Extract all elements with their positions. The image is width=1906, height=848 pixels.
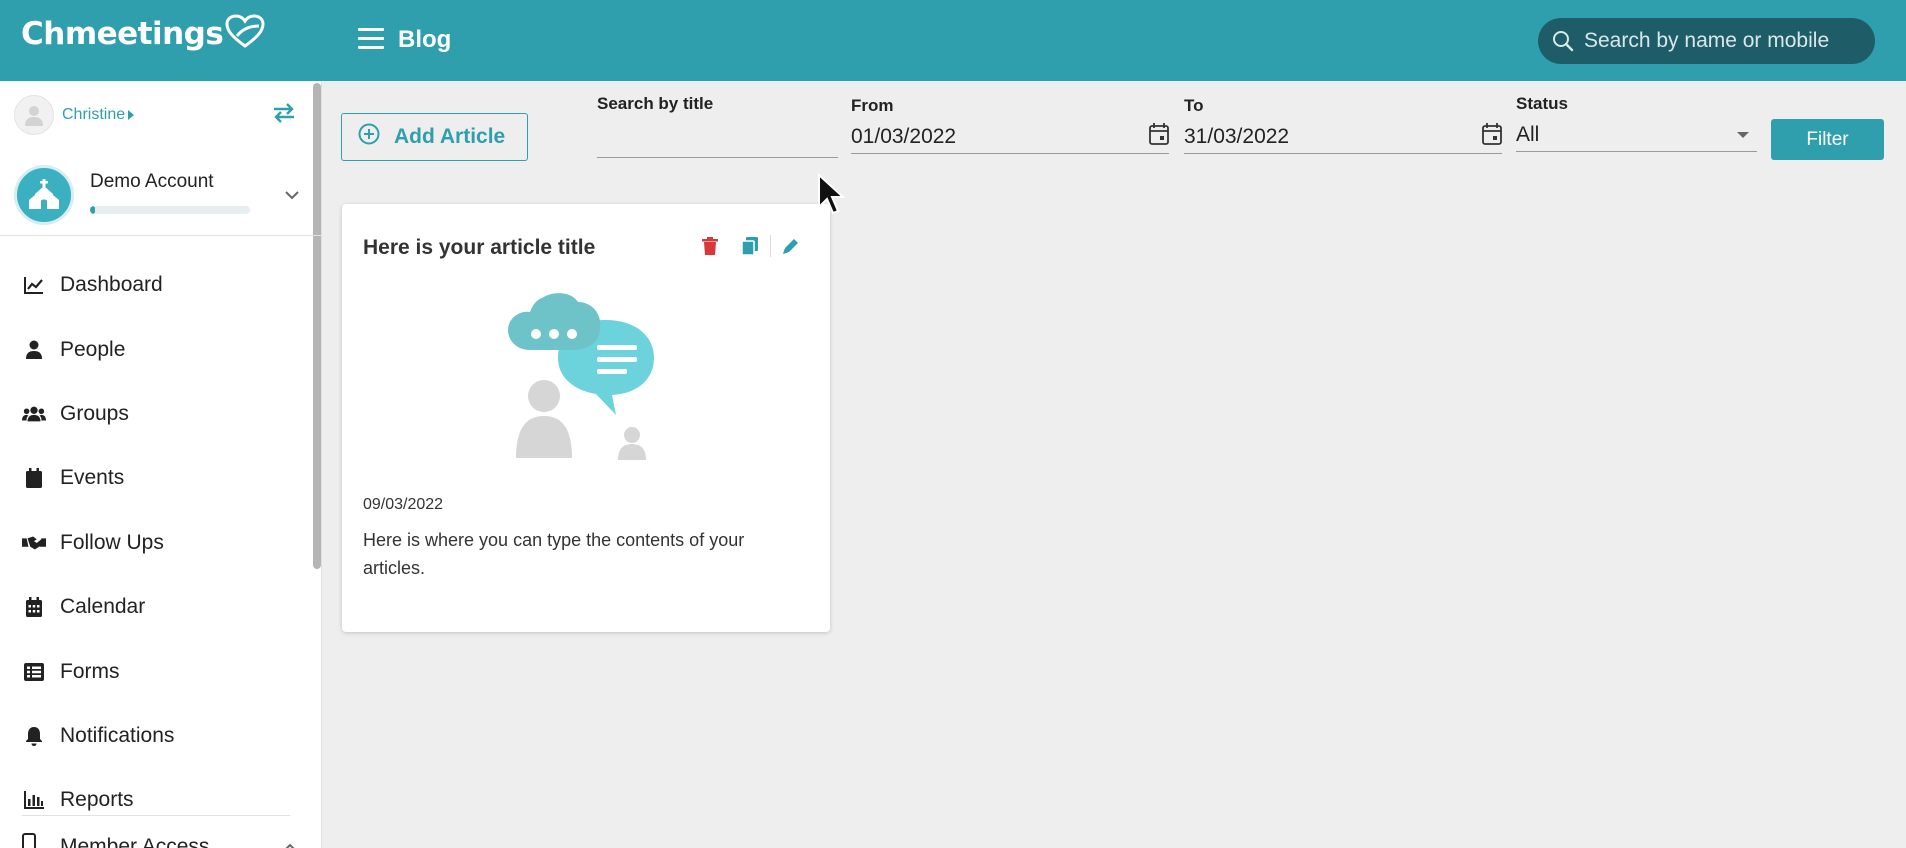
pencil-icon[interactable] [779,234,803,258]
sidebar-item-label: Follow Ups [60,530,164,554]
calendar-picker-icon[interactable] [1482,123,1502,150]
filter-button[interactable]: Filter [1771,119,1884,160]
copy-icon[interactable] [738,234,762,258]
users-icon [22,402,46,426]
top-bar: Chmeetings Blog [0,0,1906,81]
search-title-label: Search by title [597,94,714,113]
sidebar-scrollbar[interactable] [313,83,321,569]
page-title: Blog [398,26,452,53]
account-selector[interactable]: Demo Account [14,165,304,231]
list-icon [22,660,46,684]
calendar-icon [22,466,46,490]
sidebar-item-events[interactable]: Events [0,446,312,510]
bar-chart-icon [22,788,46,812]
status-label: Status [1516,94,1568,113]
chevron-up-icon[interactable] [282,835,298,848]
sidebar-item-member-access[interactable]: Member Access [22,833,298,848]
from-date-field: From [851,94,1169,160]
from-date-input-wrap [851,120,1169,154]
user-silhouette-icon [25,106,43,126]
user-icon [22,338,46,362]
search-title-input-wrap [597,124,838,158]
account-name: Demo Account [90,171,214,192]
sidebar-nav: Dashboard People Groups Events Follow Up… [0,253,312,833]
sidebar-item-calendar[interactable]: Calendar [0,575,312,639]
global-search[interactable] [1538,18,1875,64]
sidebar-item-forms[interactable]: Forms [0,639,312,703]
article-card[interactable]: Here is your article title 09/03/2022 He… [342,204,830,632]
church-icon [14,165,74,225]
bell-icon [22,724,46,748]
status-field: Status All [1516,94,1757,160]
search-icon [1553,31,1574,52]
sidebar-divider [0,235,321,236]
sidebar: Christine Demo Account Dashboard People … [0,81,322,848]
global-search-input[interactable] [1582,28,1862,54]
article-body: Here is where you can type the contents … [363,530,745,578]
to-date-input-wrap [1184,120,1502,154]
account-progress-bar [90,206,250,214]
brand-heart-icon [225,14,265,48]
to-date-input[interactable] [1184,124,1482,149]
user-name: Christine [62,106,126,123]
calendar-picker-icon[interactable] [1149,123,1169,150]
chevron-down-icon[interactable] [284,187,300,205]
sidebar-item-label: Reports [60,788,134,812]
chart-line-icon [22,273,46,297]
to-date-field: To [1184,94,1502,160]
sidebar-item-label: Dashboard [60,273,163,297]
trash-icon[interactable] [698,234,722,258]
swap-icon[interactable] [272,103,296,128]
add-article-label: Add Article [394,125,506,148]
sidebar-item-label: Groups [60,401,129,425]
sidebar-item-label: Notifications [60,723,175,747]
status-select[interactable]: All [1516,118,1757,152]
article-date: 09/03/2022 [363,496,444,513]
to-date-label: To [1184,96,1204,115]
menu-toggle-icon[interactable] [358,28,384,50]
account-progress-fill [90,206,95,214]
dropdown-arrow-icon [1737,131,1749,138]
sidebar-item-label: Member Access [60,835,210,848]
status-selected-value: All [1516,122,1540,146]
sidebar-item-dashboard[interactable]: Dashboard [0,253,312,317]
sidebar-item-label: Calendar [60,595,146,619]
sidebar-item-label: People [60,337,126,361]
caret-right-icon [128,110,135,120]
handshake-icon [22,531,46,555]
calendar-grid-icon [22,595,46,619]
mobile-icon [22,833,46,848]
from-date-label: From [851,96,894,115]
user-switcher[interactable]: Christine [14,95,135,135]
sidebar-item-notifications[interactable]: Notifications [0,704,312,768]
article-title: Here is your article title [363,236,596,259]
user-avatar [14,95,54,135]
action-separator [770,235,771,257]
brand-logo[interactable]: Chmeetings [21,14,265,52]
chat-bubbles-illustration [494,290,674,465]
search-title-field: Search by title [597,94,838,160]
from-date-input[interactable] [851,124,1149,149]
search-title-input[interactable] [597,128,838,153]
article-actions [698,234,803,258]
add-article-button[interactable]: Add Article [341,113,528,161]
sidebar-item-reports[interactable]: Reports [0,768,312,832]
sidebar-item-groups[interactable]: Groups [0,382,312,446]
plus-circle-icon [358,123,380,151]
sidebar-divider [22,815,290,816]
brand-name: Chmeetings [21,16,224,52]
sidebar-item-label: Forms [60,659,120,683]
sidebar-item-people[interactable]: People [0,317,312,381]
sidebar-item-follow-ups[interactable]: Follow Ups [0,511,312,575]
sidebar-item-label: Events [60,466,125,490]
